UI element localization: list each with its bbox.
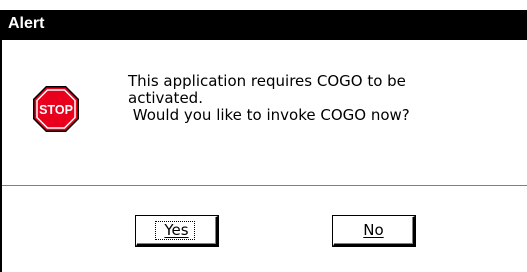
yes-button-label: Yes bbox=[164, 221, 189, 239]
window-title: Alert bbox=[8, 15, 45, 32]
no-button[interactable]: No bbox=[333, 216, 415, 246]
message-line-2: activated. bbox=[128, 89, 203, 107]
message-line-1: This application requires COGO to be bbox=[128, 72, 406, 90]
dialog-frame-left bbox=[0, 40, 2, 272]
separator-line bbox=[2, 185, 527, 187]
alert-message: This application requires COGO to be act… bbox=[128, 73, 468, 124]
title-bar[interactable]: Alert bbox=[0, 10, 527, 40]
stop-icon: STOP bbox=[32, 85, 80, 133]
message-line-3: Would you like to invoke COGO now? bbox=[128, 106, 410, 124]
stop-icon-text: STOP bbox=[39, 103, 73, 117]
no-button-label: No bbox=[363, 221, 384, 239]
yes-button[interactable]: Yes bbox=[136, 216, 218, 246]
alert-dialog: Alert STOP This application requires COG… bbox=[0, 0, 527, 272]
